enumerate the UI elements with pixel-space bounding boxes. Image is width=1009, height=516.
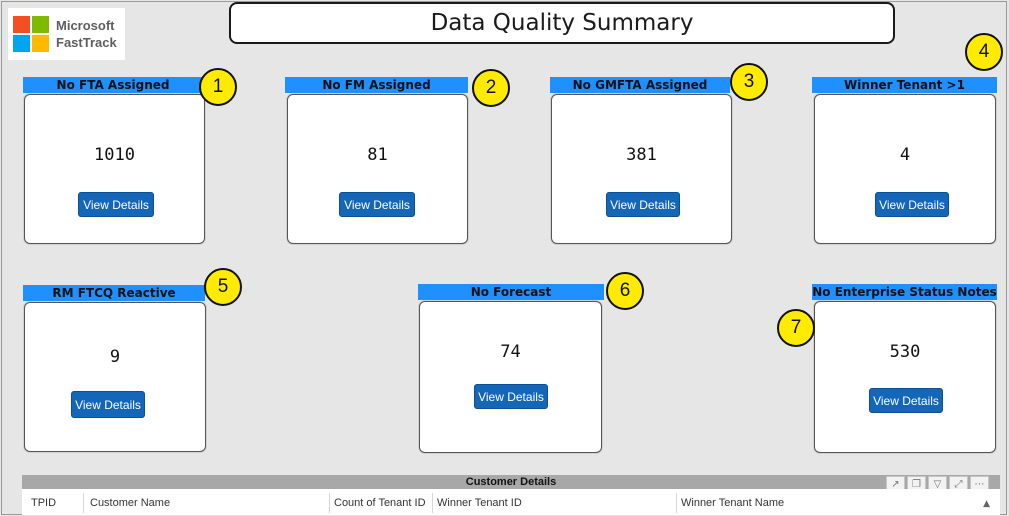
kpi-card-rm-ftcq: 9 View Details (24, 302, 206, 452)
kpi-header-no-fm: No FM Assigned (285, 77, 468, 93)
kpi-value: 1010 (94, 145, 135, 165)
kpi-value: 81 (367, 145, 388, 165)
kpi-header-rm-ftcq: RM FTCQ Reactive (23, 285, 205, 301)
kpi-header-no-enterprise-notes: No Enterprise Status Notes (812, 284, 997, 300)
microsoft-logo-icon (13, 16, 49, 52)
callout-badge-7: 7 (777, 309, 815, 347)
view-details-button[interactable]: View Details (71, 391, 145, 418)
scroll-up-icon[interactable]: ▲ (983, 499, 990, 509)
customer-details-title: Customer Details (22, 475, 1000, 489)
kpi-card-no-forecast: 74 View Details (419, 301, 602, 453)
kpi-value: 9 (109, 347, 121, 367)
kpi-value: 4 (899, 145, 911, 165)
column-header-winner-tenant-name[interactable]: Winner Tenant Name (681, 497, 784, 509)
callout-badge-6: 6 (606, 272, 644, 310)
kpi-card-winner-tenant: 4 View Details (814, 94, 996, 244)
column-header-tenant-count[interactable]: Count of Tenant ID (334, 497, 426, 509)
customer-details-table: TPID Customer Name Count of Tenant ID Wi… (22, 489, 1000, 515)
kpi-card-no-gmfta: 381 View Details (551, 94, 732, 244)
view-details-button[interactable]: View Details (875, 192, 949, 217)
logo-line2: FastTrack (56, 35, 117, 50)
kpi-card-no-fta: 1010 View Details (24, 94, 205, 244)
column-header-tpid[interactable]: TPID (31, 497, 56, 509)
callout-badge-1: 1 (199, 68, 237, 106)
view-details-button[interactable]: View Details (869, 388, 943, 413)
column-header-winner-tenant-id[interactable]: Winner Tenant ID (437, 497, 522, 509)
column-header-customer-name[interactable]: Customer Name (90, 497, 170, 509)
callout-badge-3: 3 (730, 63, 768, 101)
kpi-value: 381 (626, 145, 657, 165)
callout-badge-2: 2 (472, 69, 510, 107)
page-title: Data Quality Summary (229, 2, 895, 44)
kpi-header-no-fta: No FTA Assigned (23, 77, 203, 93)
callout-badge-5: 5 (204, 268, 242, 306)
callout-badge-4: 4 (965, 33, 1003, 71)
logo-line1: Microsoft (56, 18, 115, 33)
view-details-button[interactable]: View Details (474, 384, 548, 409)
view-details-button[interactable]: View Details (339, 192, 415, 217)
kpi-card-no-fm: 81 View Details (287, 94, 468, 244)
view-details-button[interactable]: View Details (78, 192, 154, 217)
kpi-value: 74 (500, 342, 521, 362)
view-details-button[interactable]: View Details (606, 192, 680, 217)
kpi-header-no-forecast: No Forecast (418, 284, 604, 300)
kpi-header-winner-tenant: Winner Tenant >1 (812, 77, 997, 93)
kpi-header-no-gmfta: No GMFTA Assigned (550, 77, 730, 93)
microsoft-fasttrack-logo: Microsoft FastTrack (8, 8, 125, 60)
kpi-value: 530 (889, 342, 921, 362)
kpi-card-no-enterprise-notes: 530 View Details (814, 301, 996, 453)
